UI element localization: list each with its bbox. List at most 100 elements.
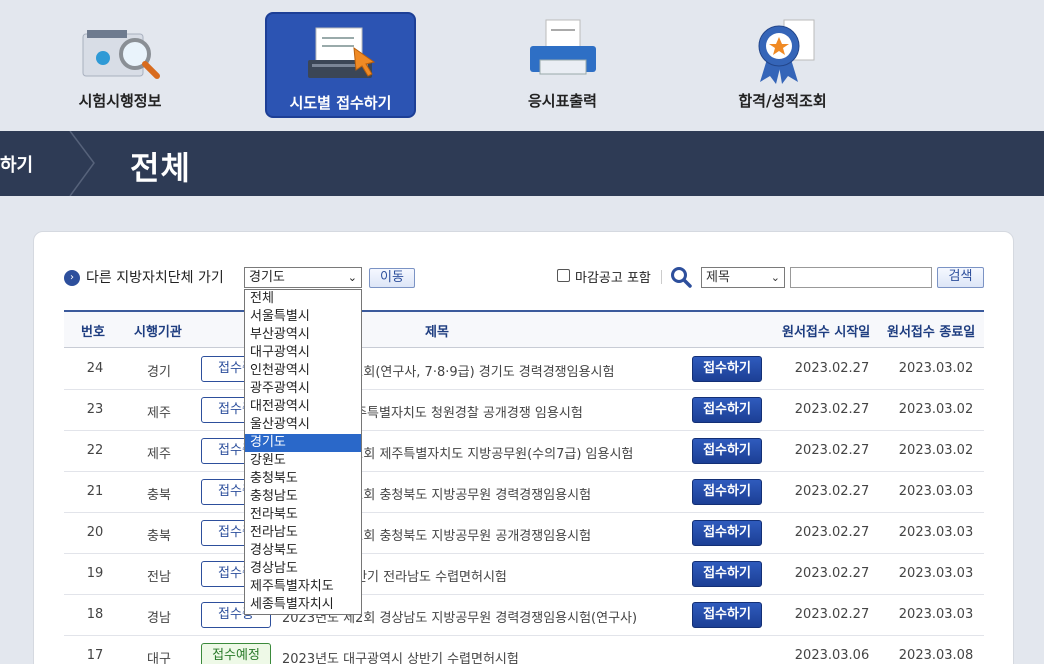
row-end-date: 2023.03.03 xyxy=(898,484,974,499)
dropdown-option[interactable]: 경상남도 xyxy=(245,560,361,578)
printer-icon xyxy=(529,19,596,75)
page-title: 전체 xyxy=(130,149,191,187)
goto-region-label: 다른 지방자치단체 가기 xyxy=(86,270,224,286)
closed-notice-label: 마감공고 포함 xyxy=(575,271,651,286)
table-row: 17 대구 접수예정 2023년도 대구광역시 상반기 수렵면허시험 2023.03.0… xyxy=(64,636,984,664)
dropdown-option[interactable]: 전라북도 xyxy=(245,506,361,524)
row-start-date: 2023.02.27 xyxy=(794,484,870,499)
nav-label: 시도별 접수하기 xyxy=(289,94,392,112)
row-title-link[interactable]: 2023년도 대구광역시 상반기 수렵면허시험 xyxy=(282,648,682,664)
row-number: 22 xyxy=(86,443,104,458)
chevron-down-icon: ⌄ xyxy=(770,271,780,284)
row-start-date: 2023.03.06 xyxy=(794,648,870,663)
search-button[interactable]: 검색 xyxy=(937,267,984,288)
row-number: 19 xyxy=(86,566,104,581)
content-card: › 다른 지방자치단체 가기 경기도 ⌄ 이동 마감공고 포함 제목 ⌄ 검색 … xyxy=(33,231,1014,664)
row-end-date: 2023.03.02 xyxy=(898,361,974,376)
breadcrumb-separator-icon xyxy=(69,131,95,196)
row-number: 17 xyxy=(86,648,104,663)
row-org: 충북 xyxy=(147,488,171,503)
row-end-date: 2023.03.03 xyxy=(898,525,974,540)
row-org: 경남 xyxy=(147,611,171,626)
dropdown-option[interactable]: 부산광역시 xyxy=(245,326,361,344)
header-no: 번호 xyxy=(81,325,105,340)
header-org: 시행기관 xyxy=(134,325,182,340)
row-org: 충북 xyxy=(147,529,171,544)
dropdown-option[interactable]: 대전광역시 xyxy=(245,398,361,416)
row-start-date: 2023.02.27 xyxy=(794,525,870,540)
row-number: 18 xyxy=(86,607,104,622)
top-navigation: 시험시행정보 시도별 접수하기 응시표출력 합격/성적조회 xyxy=(0,0,1044,130)
header-start: 원서접수 시작일 xyxy=(782,325,871,340)
row-org: 전남 xyxy=(147,570,171,585)
table-row: 23 제주 접수중 2023년도 제주특별자치도 청원경찰 공개경쟁 임용시험 접수하기… xyxy=(64,390,984,431)
dropdown-option[interactable]: 광주광역시 xyxy=(245,380,361,398)
search-field-value: 제목 xyxy=(706,270,730,285)
region-dropdown-list[interactable]: 전체 서울특별시 부산광역시 대구광역시 인천광역시 광주광역시 대전광역시 울산광역시 경기도… xyxy=(244,289,362,615)
dropdown-option[interactable]: 세종특별자치시 xyxy=(245,596,361,614)
apply-button[interactable]: 접수하기 xyxy=(692,602,762,628)
move-button[interactable]: 이동 xyxy=(369,268,415,288)
closed-notice-checkbox[interactable] xyxy=(557,269,570,282)
dropdown-option[interactable]: 충청북도 xyxy=(245,470,361,488)
medal-icon xyxy=(758,19,814,84)
header-end: 원서접수 종료일 xyxy=(887,325,976,340)
apply-button[interactable]: 접수하기 xyxy=(692,561,762,587)
table-row: 24 경기 접수중 2023년도 제1회(연구사, 7·8·9급) 경기도 경력경쟁임… xyxy=(64,349,984,390)
apply-button[interactable]: 접수하기 xyxy=(692,356,762,382)
divider xyxy=(661,270,662,284)
row-org: 경기 xyxy=(147,365,171,380)
row-number: 23 xyxy=(86,402,104,417)
region-select-value: 경기도 xyxy=(249,270,285,285)
table-row: 18 경남 접수중 2023년도 제2회 경상남도 지방공무원 경력경쟁임용시험(연구… xyxy=(64,595,984,636)
dropdown-option[interactable]: 경상북도 xyxy=(245,542,361,560)
dropdown-option[interactable]: 인천광역시 xyxy=(245,362,361,380)
status-badge: 접수예정 xyxy=(201,643,271,664)
dropdown-option[interactable]: 대구광역시 xyxy=(245,344,361,362)
application-form-icon xyxy=(307,27,375,78)
table-row: 22 제주 접수중 2023년도 제1회 제주특별자치도 지방공무원(수의7급) 임용… xyxy=(64,431,984,472)
toolbar: › 다른 지방자치단체 가기 경기도 ⌄ 이동 마감공고 포함 제목 ⌄ 검색 xyxy=(34,232,1015,292)
row-end-date: 2023.03.08 xyxy=(898,648,974,663)
row-start-date: 2023.02.27 xyxy=(794,607,870,622)
nav-admission-ticket[interactable]: 응시표출력 xyxy=(490,12,635,118)
row-start-date: 2023.02.27 xyxy=(794,566,870,581)
row-end-date: 2023.03.03 xyxy=(898,566,974,581)
table-header: 번호 시행기관 제목 원서접수 시작일 원서접수 종료일 xyxy=(64,310,984,348)
apply-button[interactable]: 접수하기 xyxy=(692,438,762,464)
nav-exam-info[interactable]: 시험시행정보 xyxy=(55,12,185,118)
apply-button[interactable]: 접수하기 xyxy=(692,520,762,546)
region-select[interactable]: 경기도 ⌄ xyxy=(244,267,362,288)
search-field-select[interactable]: 제목 ⌄ xyxy=(701,267,785,288)
dropdown-option[interactable]: 제주특별자치도 xyxy=(245,578,361,596)
row-start-date: 2023.02.27 xyxy=(794,443,870,458)
row-org: 대구 xyxy=(147,652,171,664)
chevron-down-icon: ⌄ xyxy=(347,271,357,284)
table-row: 20 충북 접수중 2023년도 제1회 충청북도 지방공무원 공개경쟁임용시험 접수하… xyxy=(64,513,984,554)
dropdown-option[interactable]: 전체 xyxy=(245,290,361,308)
table-row: 21 충북 접수중 2023년도 제1회 충청북도 지방공무원 경력경쟁임용시험 접수하… xyxy=(64,472,984,513)
dropdown-option[interactable]: 강원도 xyxy=(245,452,361,470)
nav-label: 합격/성적조회 xyxy=(738,92,827,110)
nav-apply-by-region[interactable]: 시도별 접수하기 xyxy=(265,12,416,118)
search-icon xyxy=(671,267,692,288)
apply-button[interactable]: 접수하기 xyxy=(692,397,762,423)
dropdown-option[interactable]: 울산광역시 xyxy=(245,416,361,434)
nav-label: 시험시행정보 xyxy=(78,92,162,110)
row-org: 제주 xyxy=(147,406,171,421)
row-number: 20 xyxy=(86,525,104,540)
apply-button[interactable]: 접수하기 xyxy=(692,479,762,505)
title-band: 하기 전체 xyxy=(0,131,1044,196)
dropdown-option[interactable]: 전라남도 xyxy=(245,524,361,542)
header-title: 제목 xyxy=(425,325,449,340)
row-start-date: 2023.02.27 xyxy=(794,361,870,376)
dropdown-option[interactable]: 서울특별시 xyxy=(245,308,361,326)
search-input[interactable] xyxy=(790,267,932,288)
nav-results[interactable]: 합격/성적조회 xyxy=(705,12,860,118)
dropdown-option[interactable]: 충청남도 xyxy=(245,488,361,506)
row-number: 24 xyxy=(86,361,104,376)
dropdown-option[interactable]: 경기도 xyxy=(245,434,361,452)
arrow-circle-icon: › xyxy=(64,270,80,286)
breadcrumb[interactable]: 하기 xyxy=(0,151,33,177)
row-end-date: 2023.03.02 xyxy=(898,443,974,458)
